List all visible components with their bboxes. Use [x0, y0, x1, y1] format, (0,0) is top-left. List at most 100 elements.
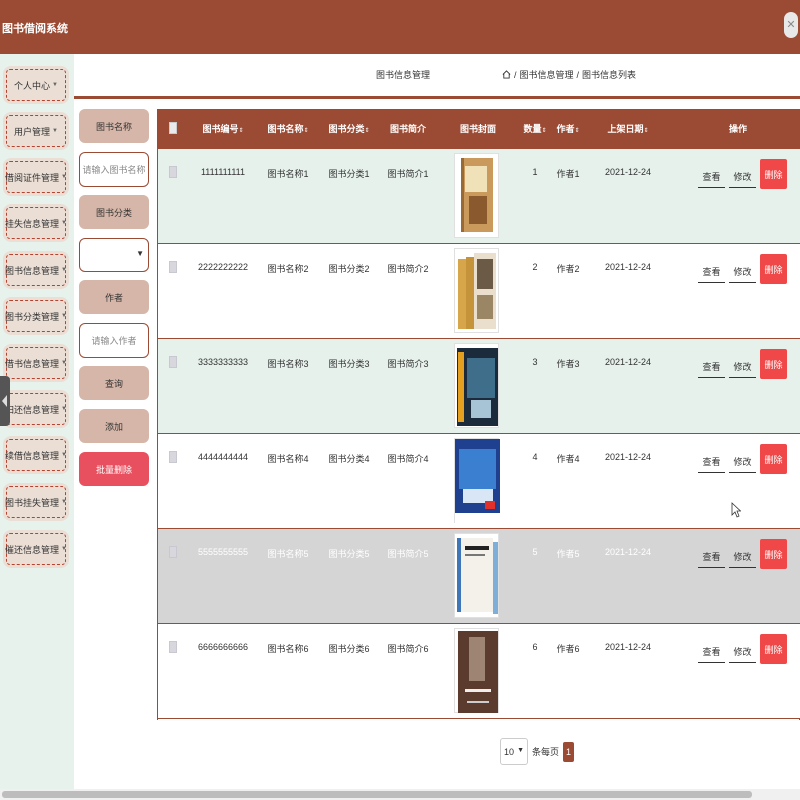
horizontal-scrollbar[interactable]	[0, 789, 800, 800]
sort-icon: ⇕	[238, 128, 244, 134]
book-name-input[interactable]: 请输入图书名称	[79, 152, 149, 187]
row-checkbox[interactable]	[169, 546, 177, 558]
cell-qty: 2	[532, 262, 538, 272]
column-header-name[interactable]: 图书名称⇕	[263, 109, 313, 149]
sidebar-item-personal-center[interactable]: 个人中心 ▼	[3, 66, 69, 104]
view-button[interactable]: 查看	[698, 165, 725, 188]
row-checkbox[interactable]	[169, 451, 177, 463]
view-button[interactable]: 查看	[698, 450, 725, 473]
row-checkbox[interactable]	[169, 166, 177, 178]
batch-delete-button[interactable]: 批量删除	[79, 452, 149, 486]
cell-author: 作者2	[556, 264, 580, 274]
delete-button[interactable]: 删除	[760, 634, 787, 664]
sort-icon: ⇕	[303, 128, 309, 134]
sidebar-item-label: 借阅证件管理	[5, 172, 60, 183]
chevron-down-icon: ▼	[61, 220, 67, 226]
chevron-down-icon: ▼	[517, 747, 524, 754]
chevron-down-icon: ▼	[61, 360, 67, 366]
app-title: 图书借阅系统	[2, 23, 68, 35]
row-checkbox[interactable]	[169, 356, 177, 368]
sidebar-item-borrow-info[interactable]: 借书信息管理 ▼	[3, 344, 69, 382]
mouse-cursor-icon	[731, 502, 741, 518]
edit-button[interactable]: 修改	[729, 640, 756, 663]
cell-id: 6666666666	[198, 642, 249, 652]
edit-button[interactable]: 修改	[729, 450, 756, 473]
table-row: 3333333333 图书名称3 图书分类3 图书简介3 3 作者3 2021-…	[158, 339, 800, 434]
close-icon[interactable]: ✕	[784, 12, 798, 38]
cell-date: 2021-12-24	[604, 452, 652, 462]
select-all-checkbox[interactable]	[169, 122, 177, 134]
book-cover-image	[454, 533, 499, 618]
sidebar-item-card-management[interactable]: 借阅证件管理 ▼	[3, 158, 69, 196]
book-category-label: 图书分类	[79, 195, 149, 229]
delete-button[interactable]: 删除	[760, 349, 787, 379]
add-button[interactable]: 添加	[79, 409, 149, 443]
view-button[interactable]: 查看	[698, 355, 725, 378]
book-table: 图书编号⇕ 图书名称⇕ 图书分类⇕ 图书简介 图书封面 数量⇕ 作者⇕ 上架日期…	[157, 109, 800, 720]
breadcrumb-item[interactable]: 图书信息管理	[520, 68, 574, 81]
column-header-category[interactable]: 图书分类⇕	[324, 109, 374, 149]
author-input[interactable]: 请输入作者	[79, 323, 149, 358]
book-category-select[interactable]: ▼	[79, 238, 149, 272]
table-row: 2222222222 图书名称2 图书分类2 图书简介2 2 作者2 2021-…	[158, 244, 800, 339]
chevron-down-icon: ▼	[52, 82, 58, 88]
cell-category: 图书分类6	[328, 644, 370, 654]
view-button[interactable]: 查看	[698, 545, 725, 568]
chevron-down-icon: ▼	[136, 249, 144, 258]
delete-button[interactable]: 删除	[760, 444, 787, 474]
edit-button[interactable]: 修改	[729, 165, 756, 188]
sidebar-item-reminder-info[interactable]: 催还信息管理 ▼	[3, 530, 69, 568]
sidebar-item-label: 续借信息管理	[5, 450, 60, 461]
view-button[interactable]: 查看	[698, 260, 725, 283]
sidebar-item-book-category[interactable]: 图书分类管理 ▼	[3, 297, 69, 335]
view-button[interactable]: 查看	[698, 640, 725, 663]
breadcrumb-separator: /	[514, 69, 517, 80]
chevron-down-icon: ▼	[61, 174, 67, 180]
page-size-value: 10	[504, 747, 515, 757]
sidebar-item-book-info[interactable]: 图书信息管理 ▼	[3, 251, 69, 289]
column-header-id[interactable]: 图书编号⇕	[198, 109, 248, 149]
cell-name: 图书名称2	[267, 264, 309, 274]
sidebar-item-return-info[interactable]: 归还信息管理 ▼	[3, 390, 69, 428]
sort-icon: ⇕	[643, 128, 649, 134]
column-header-cover: 图书封面	[459, 124, 496, 134]
sidebar-item-user-management[interactable]: 用户管理 ▼	[3, 112, 69, 150]
sidebar-item-loss-report[interactable]: 挂失信息管理 ▼	[3, 204, 69, 242]
breadcrumb-path: / 图书信息管理 / 图书信息列表	[502, 68, 636, 81]
edit-button[interactable]: 修改	[729, 260, 756, 283]
chevron-down-icon: ▼	[61, 546, 67, 552]
breadcrumb: 图书信息管理 / 图书信息管理 / 图书信息列表	[74, 54, 800, 96]
sidebar-collapse-handle[interactable]	[0, 376, 10, 426]
cell-name: 图书名称6	[267, 644, 309, 654]
column-header-author[interactable]: 作者⇕	[553, 109, 583, 149]
edit-button[interactable]: 修改	[729, 545, 756, 568]
pagination: 10 ▼ 条每页 1	[500, 738, 575, 765]
top-bar: 图书借阅系统 ✕	[0, 0, 800, 54]
page-number-current[interactable]: 1	[563, 741, 575, 762]
sort-icon: ⇕	[541, 128, 547, 134]
sidebar-item-label: 催还信息管理	[5, 544, 60, 555]
delete-button[interactable]: 删除	[760, 159, 787, 189]
column-header-actions: 操作	[728, 124, 747, 134]
column-header-qty[interactable]: 数量⇕	[520, 109, 550, 149]
chevron-down-icon: ▼	[61, 499, 67, 505]
cell-author: 作者5	[556, 549, 580, 559]
book-cover-image	[454, 248, 499, 333]
row-checkbox[interactable]	[169, 641, 177, 653]
sidebar-item-label: 归还信息管理	[5, 404, 60, 415]
sidebar-item-label: 个人中心	[14, 80, 51, 91]
cell-intro: 图书简介6	[387, 644, 429, 654]
cell-qty: 4	[532, 452, 538, 462]
home-icon[interactable]	[502, 70, 511, 79]
sidebar-item-book-loss[interactable]: 图书挂失管理 ▼	[3, 483, 69, 521]
scrollbar-thumb[interactable]	[2, 791, 752, 798]
row-checkbox[interactable]	[169, 261, 177, 273]
page-size-select[interactable]: 10 ▼	[500, 738, 528, 765]
sidebar-item-label: 图书信息管理	[5, 265, 60, 276]
delete-button[interactable]: 删除	[760, 539, 787, 569]
query-button[interactable]: 查询	[79, 366, 149, 400]
edit-button[interactable]: 修改	[729, 355, 756, 378]
column-header-date[interactable]: 上架日期⇕	[598, 109, 658, 149]
delete-button[interactable]: 删除	[760, 254, 787, 284]
sidebar-item-renew-info[interactable]: 续借信息管理 ▼	[3, 436, 69, 474]
